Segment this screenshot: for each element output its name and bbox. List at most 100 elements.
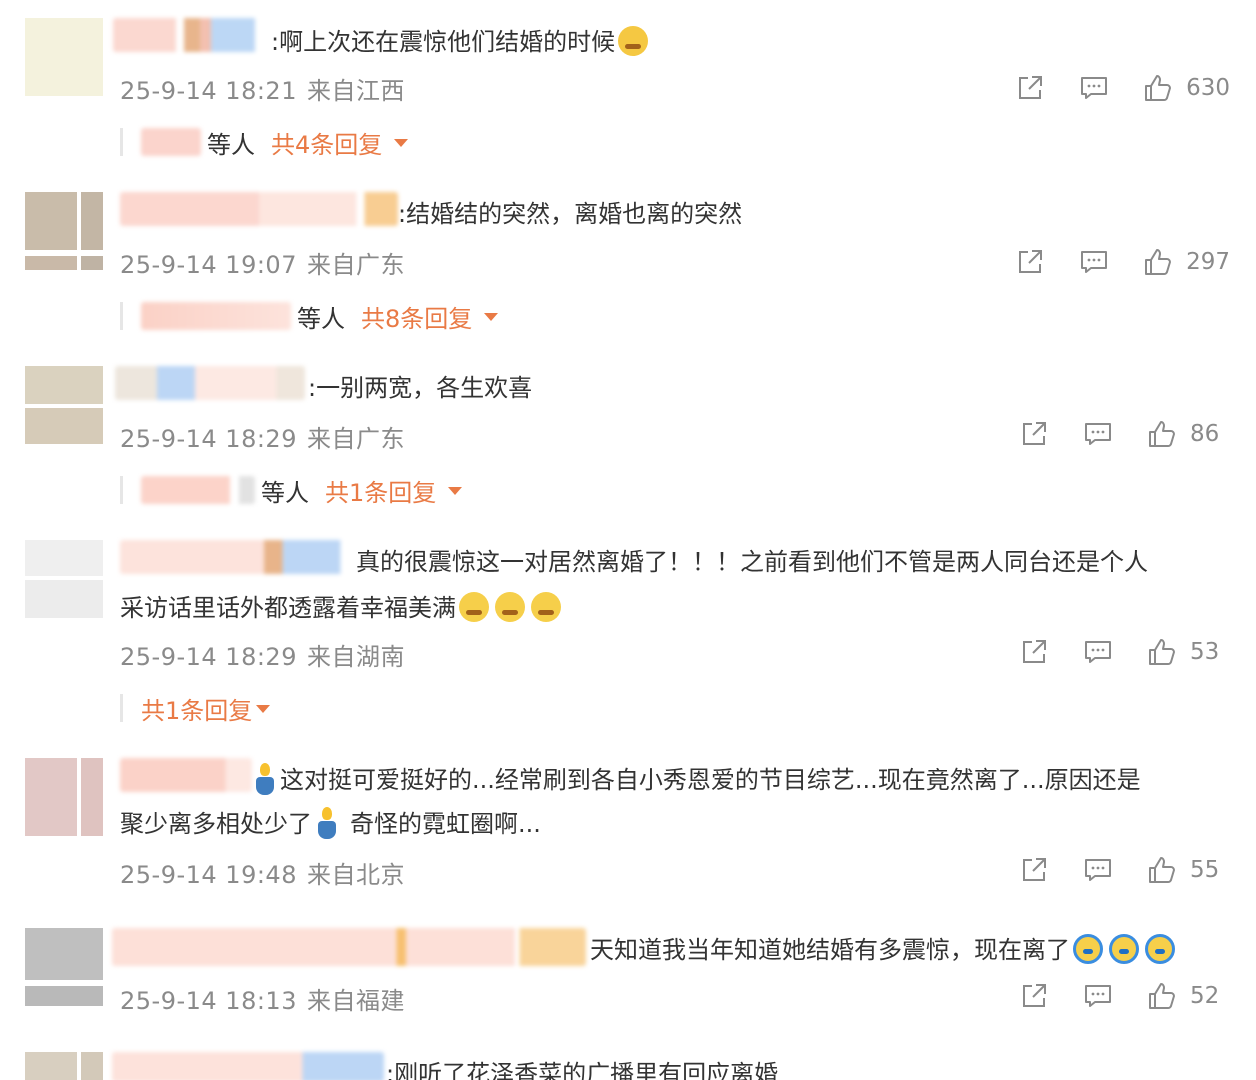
avatar[interactable] [25, 1052, 103, 1080]
like-count: 297 [1186, 249, 1230, 275]
reply-summary[interactable]: 等人 共4条回复 [120, 122, 409, 162]
avatar[interactable] [25, 18, 103, 96]
reply-total[interactable]: 共1条回复 [141, 691, 252, 726]
like-count: 52 [1190, 983, 1220, 1009]
timestamp: 25-9-14 18:21 [120, 77, 297, 105]
shocked-emoji [1073, 934, 1103, 964]
username[interactable] [120, 540, 352, 574]
chevron-down-icon[interactable] [256, 705, 271, 713]
like-count: 55 [1190, 857, 1220, 883]
crying-emoji [495, 592, 525, 622]
reply-divider [120, 476, 123, 504]
comment-actions: 55 [1018, 850, 1230, 890]
comment-meta: 25-9-14 19:48 来自北京 [120, 855, 405, 890]
like-icon[interactable] [1142, 246, 1174, 278]
comment-actions: 53 [1018, 632, 1230, 672]
comment-text-cont: 采访话里话外都透露着幸福美满 [120, 586, 561, 630]
comment-text: :啊上次还在震惊他们结婚的时候 [271, 20, 649, 64]
comment-text: :刚听了花泽香菜的广播里有回应离婚 [386, 1060, 779, 1080]
share-icon[interactable] [1014, 72, 1046, 104]
shocked-emoji [1109, 934, 1139, 964]
avatar[interactable] [25, 758, 103, 836]
chevron-down-icon[interactable] [448, 487, 463, 495]
crying-emoji [531, 592, 561, 622]
location: 来自福建 [306, 987, 405, 1015]
chevron-down-icon[interactable] [484, 313, 499, 321]
username[interactable] [115, 366, 305, 400]
timestamp: 25-9-14 19:07 [120, 251, 297, 279]
location: 来自广东 [306, 425, 405, 453]
share-icon[interactable] [1014, 246, 1046, 278]
username[interactable] [112, 1052, 384, 1080]
like-icon[interactable] [1146, 418, 1178, 450]
like-icon[interactable] [1146, 854, 1178, 886]
timestamp: 25-9-14 18:29 [120, 643, 297, 671]
location: 来自江西 [306, 77, 405, 105]
reply-divider [120, 128, 123, 156]
location: 来自湖南 [306, 643, 405, 671]
comment-meta: 25-9-14 18:13 来自福建 [120, 981, 405, 1016]
like-count: 53 [1190, 639, 1220, 665]
comment-icon[interactable] [1082, 418, 1114, 450]
reply-summary[interactable]: 等人 共8条回复 [120, 296, 499, 336]
reply-username[interactable] [141, 128, 201, 156]
comment-icon[interactable] [1078, 246, 1110, 278]
comment-meta: 25-9-14 18:29 来自湖南 [120, 637, 405, 672]
comment-actions: 297 [1014, 242, 1230, 282]
comment-icon[interactable] [1082, 980, 1114, 1012]
comment-text: :一别两宽，各生欢喜 [308, 374, 533, 402]
comment-meta: 25-9-14 18:21 来自江西 [120, 71, 405, 106]
reply-users-label: 等人 [261, 478, 309, 507]
comment-text: 真的很震惊这一对居然离婚了！！！之前看到他们不管是两人同台还是个人 [356, 548, 1148, 576]
avatar[interactable] [25, 540, 103, 618]
avatar[interactable] [25, 192, 103, 270]
share-icon[interactable] [1018, 636, 1050, 668]
like-icon[interactable] [1146, 636, 1178, 668]
location: 来自北京 [306, 861, 405, 889]
timestamp: 25-9-14 18:13 [120, 987, 297, 1015]
shocked-emoji [1145, 934, 1175, 964]
comment-actions: 86 [1018, 414, 1230, 454]
chevron-down-icon[interactable] [394, 139, 409, 147]
reply-username[interactable] [141, 302, 291, 330]
crying-emoji [459, 592, 489, 622]
candle-emoji [316, 807, 338, 839]
comment-text: :结婚结的突然，离婚也离的突然 [398, 200, 743, 228]
share-icon[interactable] [1018, 418, 1050, 450]
reply-users-label: 等人 [297, 304, 345, 333]
like-count: 86 [1190, 421, 1220, 447]
reply-total[interactable]: 共8条回复 [361, 299, 472, 334]
share-icon[interactable] [1018, 980, 1050, 1012]
reply-username[interactable] [141, 476, 255, 504]
like-icon[interactable] [1142, 72, 1174, 104]
avatar[interactable] [25, 928, 103, 1006]
username[interactable] [113, 18, 271, 52]
comment-icon[interactable] [1078, 72, 1110, 104]
reply-total[interactable]: 共4条回复 [271, 125, 382, 160]
reply-users-label: 等人 [207, 130, 255, 159]
username[interactable] [120, 192, 398, 226]
comment-meta: 25-9-14 19:07 来自广东 [120, 245, 405, 280]
comment-icon[interactable] [1082, 636, 1114, 668]
like-count: 630 [1186, 75, 1230, 101]
location: 来自广东 [306, 251, 405, 279]
avatar[interactable] [25, 366, 103, 444]
reply-divider [120, 694, 123, 722]
candle-emoji [254, 763, 276, 795]
reply-divider [120, 302, 123, 330]
comment-text: 天知道我当年知道她结婚有多震惊，现在离了 [590, 928, 1175, 972]
reply-total[interactable]: 共1条回复 [325, 473, 436, 508]
share-icon[interactable] [1018, 854, 1050, 886]
reply-summary[interactable]: 共1条回复 [120, 688, 271, 728]
laugh-cry-emoji [618, 26, 649, 56]
username[interactable] [120, 758, 252, 792]
reply-summary[interactable]: 等人 共1条回复 [120, 470, 463, 510]
comment-actions: 630 [1014, 68, 1230, 108]
like-icon[interactable] [1146, 980, 1178, 1012]
comment-text-cont: 聚少离多相处少了 奇怪的霓虹圈啊... [120, 802, 541, 846]
timestamp: 25-9-14 19:48 [120, 861, 297, 889]
timestamp: 25-9-14 18:29 [120, 425, 297, 453]
username[interactable] [112, 928, 586, 966]
comment-actions: 52 [1018, 976, 1230, 1016]
comment-icon[interactable] [1082, 854, 1114, 886]
